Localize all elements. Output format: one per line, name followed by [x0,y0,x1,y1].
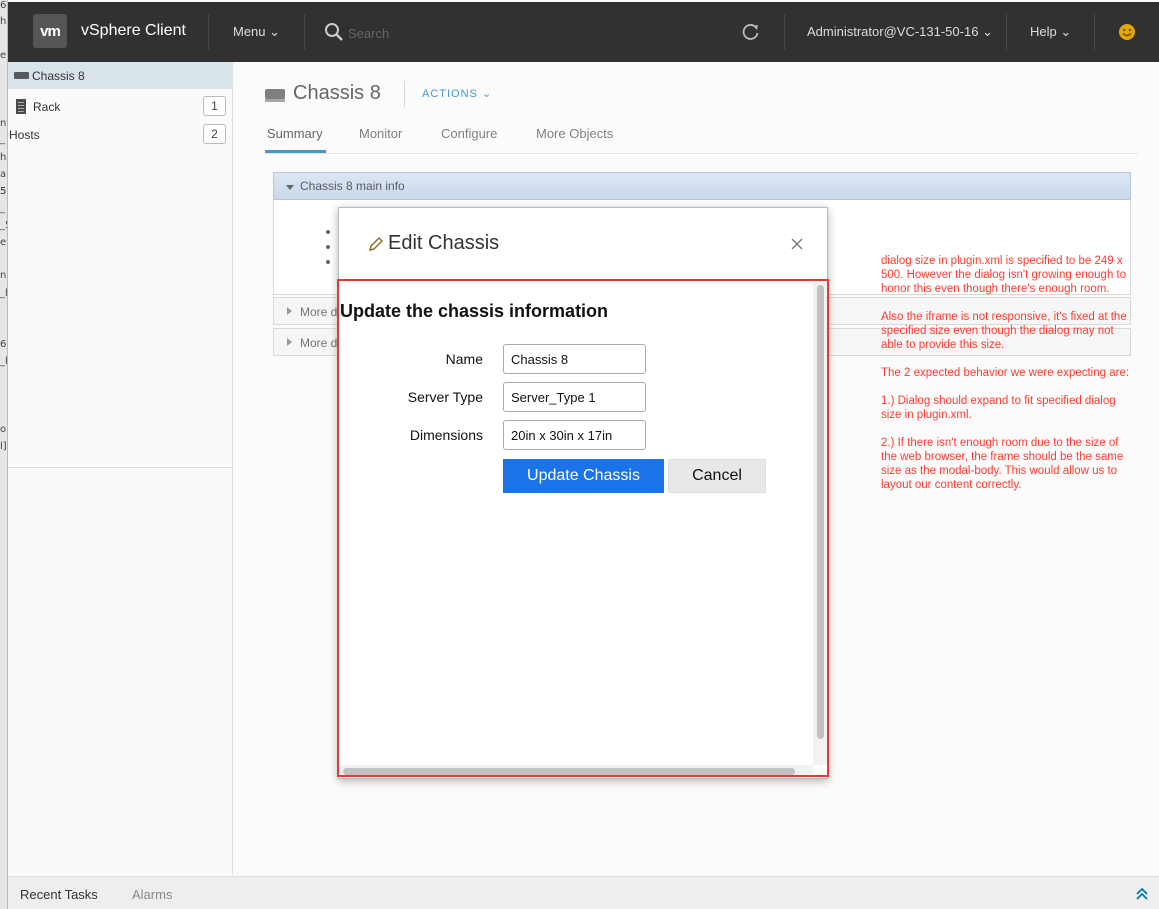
header-divider [304,14,305,50]
server-type-field[interactable] [503,382,646,412]
navigator-item-label: Hosts [9,128,40,142]
red-annotation-note: dialog size in plugin.xml is specified t… [881,254,1131,506]
feedback-smiley-icon[interactable] [1118,23,1136,41]
navigator-selected-label: Chassis 8 [32,69,85,83]
dialog-title: Edit Chassis [388,232,500,254]
bg-fragment: 6 [0,0,7,11]
header-divider [784,14,785,50]
bg-fragment: hi [0,152,7,163]
field-label-name: Name [445,351,483,367]
annotation-paragraph: dialog size in plugin.xml is specified t… [881,255,1127,295]
help-label: Help [1030,24,1057,39]
navigator-item-hosts[interactable]: Hosts 2 [8,123,233,147]
rack-icon [16,99,26,114]
vmware-logo[interactable]: vm [33,14,67,48]
header-divider [208,14,209,50]
update-chassis-button[interactable]: Update Chassis [503,459,664,493]
top-header: vm vSphere Client Menu ⌄ Administrator@V… [8,2,1159,62]
background-window-edge: 6 h e nt _ hi ab 5 _ _5 e n _h 6 _h ol l… [0,0,8,909]
refresh-icon[interactable] [742,23,760,41]
count-badge: 1 [203,96,226,116]
vertical-scrollbar-thumb[interactable] [817,285,824,739]
double-chevron-up-icon[interactable] [1135,887,1149,901]
help-dropdown[interactable]: Help ⌄ [1030,24,1071,40]
bg-fragment: 6 [0,339,7,350]
search-input[interactable] [348,22,668,44]
menu-label: Menu [233,24,266,39]
field-label-server-type: Server Type [407,389,483,405]
field-label-dimensions: Dimensions [409,427,483,443]
bg-fragment: _ [0,134,5,145]
navigator-panel: Chassis 8 Rack 1 Hosts 2 [8,62,233,875]
bg-fragment: e [0,50,7,61]
edit-chassis-dialog: Edit Chassis Update the chassis informat… [337,207,829,779]
chevron-down-icon: ⌄ [1060,24,1072,39]
form-heading: Update the chassis information [340,301,609,321]
bottom-panel-bar: Recent Tasks Alarms [8,876,1159,909]
navigator-item-label: Rack [33,100,61,114]
bg-fragment: _h [0,356,7,367]
chevron-down-icon: ⌄ [269,24,281,39]
navigator-selected-item[interactable]: Chassis 8 [8,62,233,89]
horizontal-scrollbar-thumb[interactable] [343,768,795,775]
bg-fragment: ol [0,424,7,435]
menu-dropdown[interactable]: Menu ⌄ [233,24,280,40]
user-label: Administrator@VC-131-50-16 [807,24,979,39]
cancel-button[interactable]: Cancel [668,459,766,493]
bg-fragment: h [0,16,7,27]
bg-fragment: l] [0,441,7,452]
header-divider [1094,14,1095,50]
bg-fragment: _ [0,203,5,214]
name-field[interactable] [503,344,646,374]
annotation-paragraph: 1.) Dialog should expand to fit specifie… [881,395,1116,421]
navigator-divider [8,467,233,468]
bg-fragment: e [0,237,7,248]
bg-fragment: _5 [0,220,7,231]
bg-fragment: n [0,270,7,281]
navigator-item-rack[interactable]: Rack 1 [8,95,233,119]
search-icon[interactable] [324,22,344,42]
dimensions-field[interactable] [503,420,646,450]
annotation-paragraph: The 2 expected behavior we were expectin… [881,367,1130,379]
header-divider [1006,14,1007,50]
bg-fragment: ab [0,169,7,180]
tab-alarms[interactable]: Alarms [132,887,172,902]
app-title: vSphere Client [81,22,186,39]
annotation-paragraph: Also the iframe is not responsive, it's … [881,311,1127,351]
count-badge: 2 [203,124,226,144]
bg-fragment: nt [0,118,7,129]
chassis-icon [14,72,29,79]
chevron-down-icon: ⌄ [982,24,993,39]
annotation-paragraph: 2.) If there isn't enough room due to th… [881,437,1124,491]
plugin-iframe: Update the chassis information Name Serv… [337,279,829,777]
user-dropdown[interactable]: Administrator@VC-131-50-16 ⌄ [807,24,993,40]
bg-fragment: _h [0,288,7,299]
pencil-icon [369,237,383,251]
bg-fragment: 5 [0,186,7,197]
tab-recent-tasks[interactable]: Recent Tasks [20,887,98,902]
close-icon[interactable] [790,237,804,251]
